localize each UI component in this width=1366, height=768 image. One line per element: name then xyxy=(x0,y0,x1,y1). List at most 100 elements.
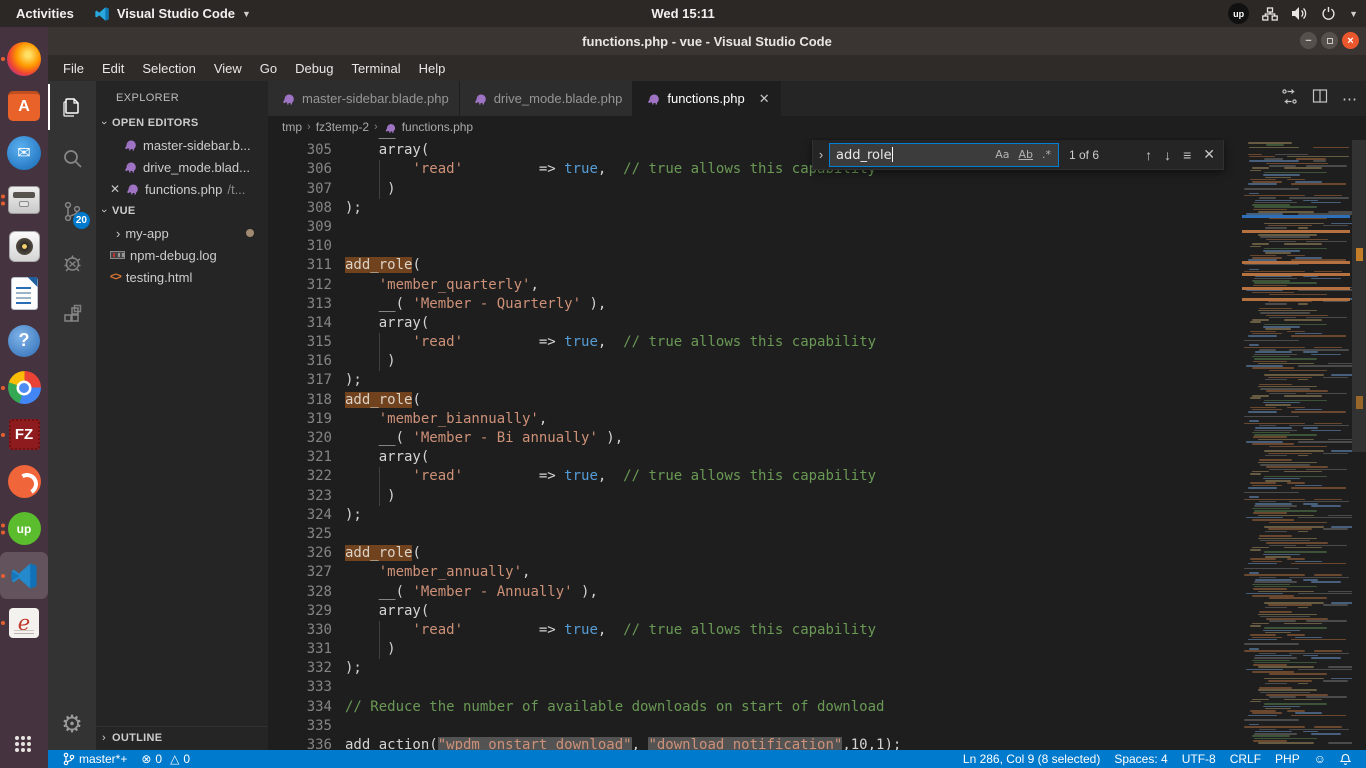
code-line[interactable]: 333 xyxy=(268,678,1240,697)
dock-files-icon[interactable] xyxy=(0,176,48,223)
close-button[interactable]: × xyxy=(1342,32,1359,49)
open-editor-item[interactable]: drive_mode.blad... xyxy=(96,156,268,178)
code-line[interactable]: 331 ) xyxy=(268,640,1240,659)
power-icon[interactable] xyxy=(1321,6,1336,21)
menu-terminal[interactable]: Terminal xyxy=(342,58,409,79)
minimize-button[interactable]: − xyxy=(1300,32,1317,49)
cursor-position-indicator[interactable]: Ln 286, Col 9 (8 selected) xyxy=(956,752,1107,766)
menu-selection[interactable]: Selection xyxy=(133,58,204,79)
close-find-icon[interactable]: ✕ xyxy=(1203,146,1215,163)
search-view-icon[interactable] xyxy=(48,133,96,185)
volume-icon[interactable] xyxy=(1291,6,1308,21)
code-line[interactable]: 316 ) xyxy=(268,352,1240,371)
project-section-header[interactable]: › VUE xyxy=(96,200,268,222)
next-match-icon[interactable]: ↓ xyxy=(1164,147,1171,163)
feedback-smiley-icon[interactable]: ☺ xyxy=(1307,752,1333,766)
dock-libreoffice-writer-icon[interactable] xyxy=(0,270,48,317)
code-line[interactable]: 334// Reduce the number of available dow… xyxy=(268,698,1240,717)
notifications-bell-icon[interactable] xyxy=(1333,753,1358,766)
open-editors-header[interactable]: › OPEN EDITORS xyxy=(96,112,268,134)
dock-upwork-icon[interactable]: up xyxy=(0,505,48,552)
regex-icon[interactable]: .* xyxy=(1039,147,1054,162)
app-menu[interactable]: Visual Studio Code ▼ xyxy=(94,6,251,22)
explorer-view-icon[interactable] xyxy=(48,81,96,133)
code-line[interactable]: 309 xyxy=(268,218,1240,237)
dock-help-icon[interactable]: ? xyxy=(0,317,48,364)
code-line[interactable]: 322 'read' => true, // true allows this … xyxy=(268,467,1240,486)
code-line[interactable]: 311add_role( xyxy=(268,256,1240,275)
open-editor-item[interactable]: master-sidebar.b... xyxy=(96,134,268,156)
tree-item-my-app[interactable]: › my-app xyxy=(96,222,268,244)
menu-edit[interactable]: Edit xyxy=(93,58,133,79)
find-input[interactable]: add_role Aa Ab .* xyxy=(829,143,1059,167)
window-titlebar[interactable]: functions.php - vue - Visual Studio Code… xyxy=(48,27,1366,55)
clock[interactable]: Wed 15:11 xyxy=(651,6,714,21)
dock-chrome-icon[interactable] xyxy=(0,364,48,411)
code-line[interactable]: 323 ) xyxy=(268,487,1240,506)
source-control-view-icon[interactable]: 20 xyxy=(48,185,96,237)
git-branch-indicator[interactable]: master*+ xyxy=(56,752,134,766)
indentation-indicator[interactable]: Spaces: 4 xyxy=(1107,752,1174,766)
menu-debug[interactable]: Debug xyxy=(286,58,342,79)
maximize-button[interactable] xyxy=(1321,32,1338,49)
tree-item-testing-html[interactable]: <> testing.html xyxy=(96,266,268,288)
code-line[interactable]: 318add_role( xyxy=(268,391,1240,410)
dock-notes-app-icon[interactable]: e xyxy=(0,599,48,646)
code-line[interactable]: 328 __( 'Member - Annually' ), xyxy=(268,583,1240,602)
open-changes-icon[interactable] xyxy=(1281,88,1298,110)
encoding-indicator[interactable]: UTF-8 xyxy=(1175,752,1223,766)
code-line[interactable]: 314 array( xyxy=(268,314,1240,333)
dock-postman-icon[interactable] xyxy=(0,458,48,505)
outline-section-header[interactable]: › OUTLINE xyxy=(96,726,268,748)
dock-thunderbird-icon[interactable]: ✉ xyxy=(0,129,48,176)
code-line[interactable]: 335 xyxy=(268,717,1240,736)
close-icon[interactable]: ✕ xyxy=(108,182,122,196)
code-line[interactable]: 327 'member_annually', xyxy=(268,563,1240,582)
upwork-tray-icon[interactable]: up xyxy=(1228,3,1249,24)
code-line[interactable]: 307 ) xyxy=(268,180,1240,199)
tab-drive-mode[interactable]: drive_mode.blade.php xyxy=(460,81,634,116)
code-line[interactable]: 329 array( xyxy=(268,602,1240,621)
open-editor-item-active[interactable]: ✕ functions.php /t... xyxy=(96,178,268,200)
code-line[interactable]: 330 'read' => true, // true allows this … xyxy=(268,621,1240,640)
tree-item-npm-debug-log[interactable]: npm-debug.log xyxy=(96,244,268,266)
code-line[interactable]: 312 'member_quarterly', xyxy=(268,276,1240,295)
code-line[interactable]: 313 __( 'Member - Quarterly' ), xyxy=(268,295,1240,314)
scrollbar[interactable] xyxy=(1352,138,1366,750)
match-case-icon[interactable]: Aa xyxy=(992,147,1012,162)
code-line[interactable]: 321 array( xyxy=(268,448,1240,467)
eol-indicator[interactable]: CRLF xyxy=(1223,752,1268,766)
code-line[interactable]: 336add_action("wpdm_onstart_download", "… xyxy=(268,736,1240,750)
find-toggle-chevron-icon[interactable]: › xyxy=(813,147,829,162)
dock-firefox-icon[interactable] xyxy=(0,35,48,82)
dock-vscode-icon[interactable] xyxy=(0,552,48,599)
code-editor[interactable]: 304 __( 'Premium Subscriber' ),305 array… xyxy=(268,138,1366,750)
breadcrumb-fz3temp-2[interactable]: fz3temp-2 xyxy=(316,120,369,134)
dock-filezilla-icon[interactable]: FZ xyxy=(0,411,48,458)
code-line[interactable]: 332); xyxy=(268,659,1240,678)
find-in-selection-icon[interactable]: ≡ xyxy=(1183,147,1191,163)
code-line[interactable]: 315 'read' => true, // true allows this … xyxy=(268,333,1240,352)
code-line[interactable]: 326add_role( xyxy=(268,544,1240,563)
code-line[interactable]: 320 __( 'Member - Bi annually' ), xyxy=(268,429,1240,448)
settings-gear-icon[interactable]: ⚙ xyxy=(48,704,96,744)
menu-file[interactable]: File xyxy=(54,58,93,79)
code-line[interactable]: 308); xyxy=(268,199,1240,218)
code-line[interactable]: 324); xyxy=(268,506,1240,525)
extensions-view-icon[interactable] xyxy=(48,289,96,341)
tab-master-sidebar[interactable]: master-sidebar.blade.php xyxy=(268,81,460,116)
menu-go[interactable]: Go xyxy=(251,58,286,79)
activities-button[interactable]: Activities xyxy=(10,6,80,21)
language-mode-indicator[interactable]: PHP xyxy=(1268,752,1307,766)
menu-help[interactable]: Help xyxy=(410,58,455,79)
tab-functions-php[interactable]: functions.php ✕ xyxy=(633,81,780,116)
debug-view-icon[interactable] xyxy=(48,237,96,289)
code-line[interactable]: 325 xyxy=(268,525,1240,544)
dock-show-applications-icon[interactable] xyxy=(0,728,48,762)
more-actions-icon[interactable]: ⋯ xyxy=(1342,90,1358,108)
close-icon[interactable]: ✕ xyxy=(759,91,770,107)
code-line[interactable]: 310 xyxy=(268,237,1240,256)
previous-match-icon[interactable]: ↑ xyxy=(1145,147,1152,163)
dock-rhythmbox-icon[interactable] xyxy=(0,223,48,270)
breadcrumb-functions-php[interactable]: functions.php xyxy=(402,120,473,134)
